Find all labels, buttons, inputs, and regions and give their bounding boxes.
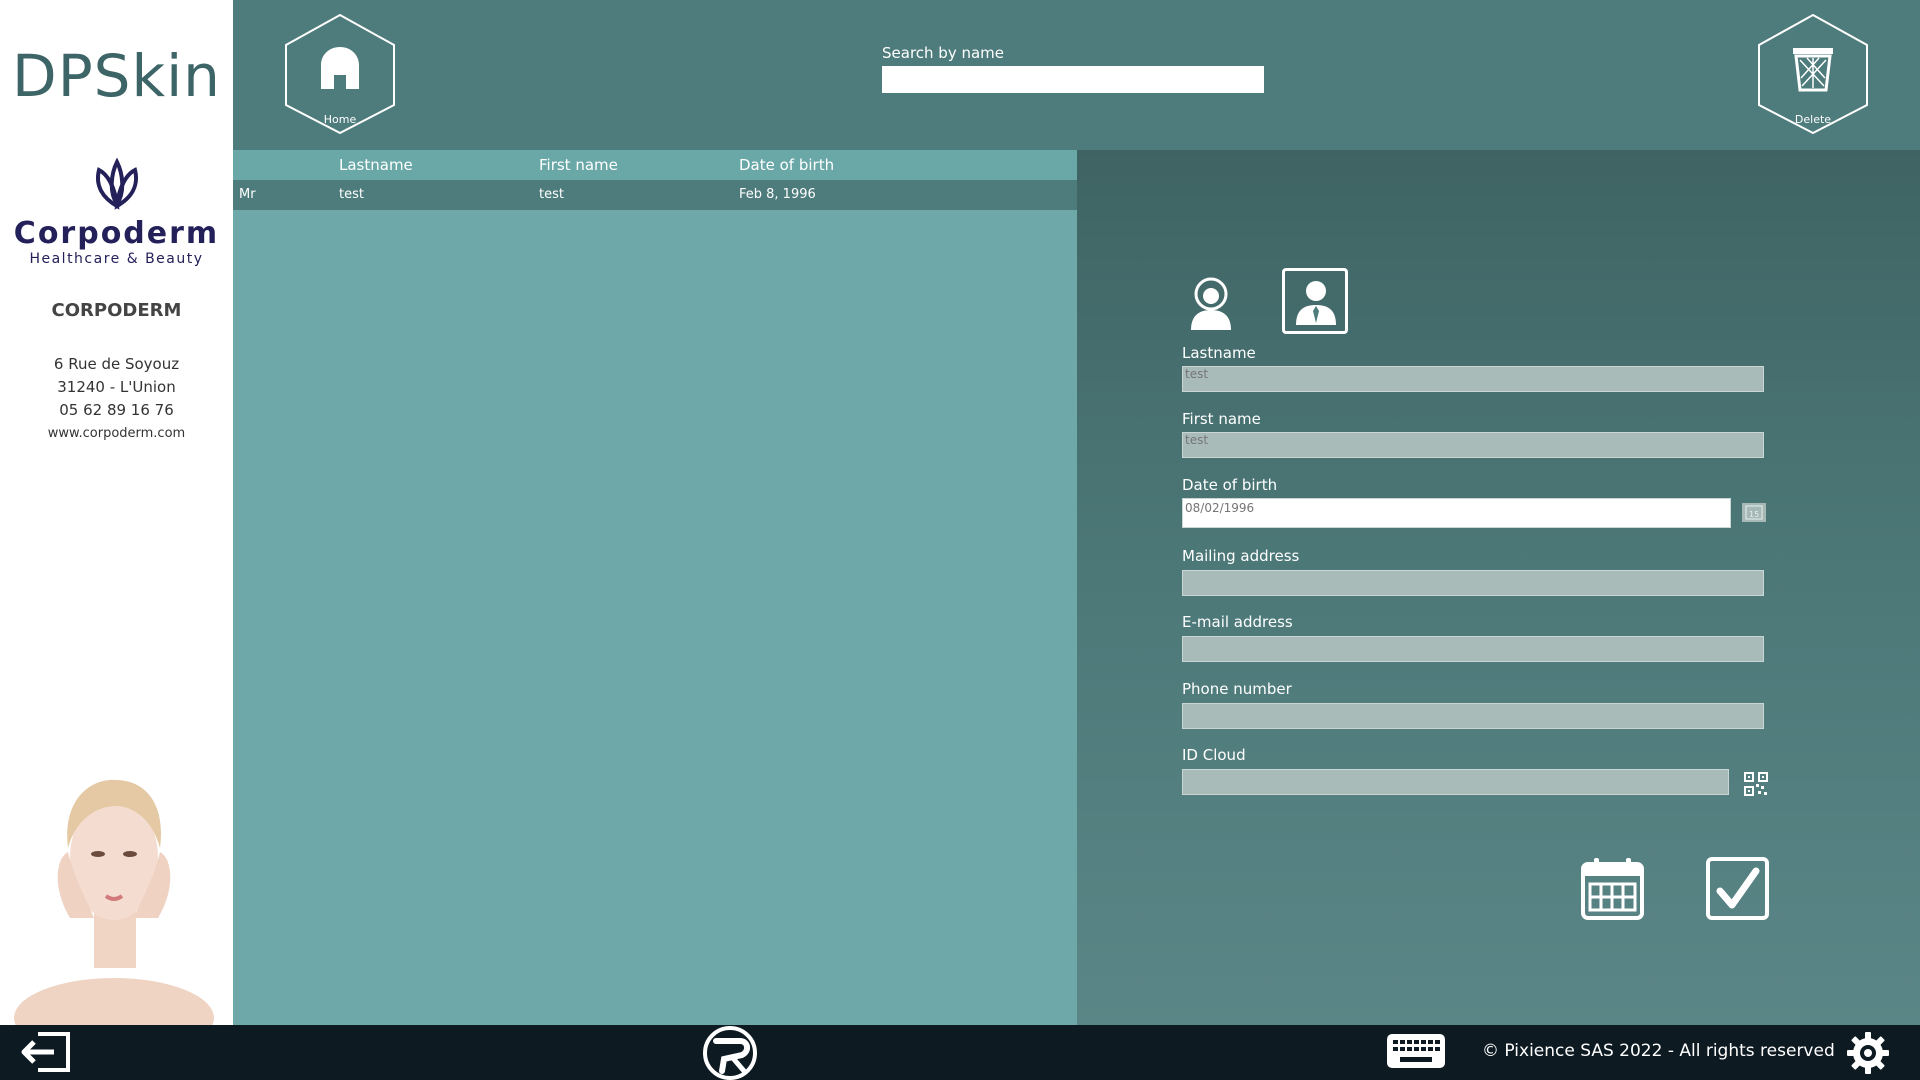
logout-icon — [21, 1032, 70, 1072]
mailing-address-label: Mailing address — [1182, 547, 1300, 565]
company-address: 6 Rue de Soyouz 31240 - L'Union 05 62 89… — [0, 353, 233, 445]
home-label: Home — [323, 113, 357, 126]
gender-male-button[interactable] — [1282, 268, 1348, 334]
column-header-firstname[interactable]: First name — [539, 156, 618, 174]
id-cloud-field[interactable] — [1182, 769, 1729, 795]
row-lastname: test — [339, 187, 364, 202]
checkmark-icon — [1716, 867, 1760, 909]
firstname-field[interactable] — [1182, 432, 1764, 458]
patient-table: Lastname First name Date of birth Mr tes… — [233, 150, 1077, 1025]
trash-icon — [1793, 48, 1833, 92]
settings-button[interactable] — [1846, 1031, 1890, 1075]
address-line-2: 31240 - L'Union — [57, 378, 176, 396]
virtual-keyboard-button[interactable] — [1386, 1033, 1446, 1069]
dob-field[interactable] — [1182, 498, 1731, 528]
gear-icon — [1847, 1032, 1889, 1074]
row-title: Mr — [239, 187, 256, 202]
patient-form: Lastname First name Date of birth 15 Mai… — [1077, 150, 1920, 1025]
pixience-logo — [702, 1025, 758, 1080]
firstname-label: First name — [1182, 410, 1261, 428]
table-header: Lastname First name Date of birth — [233, 150, 1077, 180]
lastname-label: Lastname — [1182, 344, 1256, 362]
date-picker-day: 15 — [1749, 510, 1759, 519]
gender-female-button[interactable] — [1181, 274, 1241, 334]
phone-field[interactable] — [1182, 703, 1764, 729]
female-user-icon — [1191, 277, 1231, 330]
model-portrait-image — [14, 779, 214, 1025]
qr-code-icon — [1744, 772, 1768, 796]
lotus-logo-icon — [95, 157, 138, 210]
company-website: www.corpoderm.com — [47, 426, 186, 441]
home-icon — [321, 47, 359, 89]
company-name: CORPODERM — [51, 300, 182, 321]
logout-button[interactable] — [18, 1030, 72, 1074]
logo-wordmark: Corpoderm — [13, 216, 220, 251]
search-input[interactable] — [882, 66, 1264, 93]
delete-label: Delete — [1794, 113, 1832, 126]
delete-button[interactable]: Delete — [1757, 13, 1869, 135]
date-picker-button[interactable]: 15 — [1742, 503, 1766, 522]
save-button[interactable] — [1706, 857, 1769, 920]
row-firstname: test — [539, 187, 564, 202]
table-row[interactable]: Mr test test Feb 8, 1996 — [233, 180, 1077, 210]
lastname-field[interactable] — [1182, 366, 1764, 392]
header-bar: Home Search by name Delete — [233, 0, 1920, 150]
email-field[interactable] — [1182, 636, 1764, 662]
address-line-1: 6 Rue de Soyouz — [53, 355, 180, 373]
pixience-logo-icon — [703, 1026, 757, 1080]
column-header-dob[interactable]: Date of birth — [739, 156, 834, 174]
app-title: DPSkin — [12, 42, 221, 110]
dob-label: Date of birth — [1182, 476, 1278, 494]
email-label: E-mail address — [1182, 613, 1293, 631]
copyright-text: © Pixience SAS 2022 - All rights reserve… — [1482, 1041, 1835, 1061]
mailing-address-field[interactable] — [1182, 570, 1764, 596]
row-dob: Feb 8, 1996 — [739, 187, 816, 202]
id-cloud-label: ID Cloud — [1182, 746, 1246, 764]
footer-bar: © Pixience SAS 2022 - All rights reserve… — [0, 1025, 1920, 1080]
search-label: Search by name — [882, 44, 1005, 62]
calendar-icon — [1581, 858, 1644, 920]
column-header-lastname[interactable]: Lastname — [339, 156, 413, 174]
calendar-picker-icon: 15 — [1745, 505, 1763, 520]
logo-tagline: Healthcare & Beauty — [29, 251, 204, 267]
sidebar: DPSkin Corpoderm Healthcare & Beauty COR… — [0, 0, 233, 1025]
company-phone: 05 62 89 16 76 — [59, 401, 174, 419]
phone-label: Phone number — [1182, 680, 1292, 698]
keyboard-icon — [1387, 1034, 1445, 1068]
corpoderm-logo: Corpoderm Healthcare & Beauty — [0, 157, 233, 267]
appointment-calendar-button[interactable] — [1580, 856, 1645, 921]
home-button[interactable]: Home — [284, 13, 396, 135]
qr-code-button[interactable] — [1744, 772, 1768, 796]
male-user-icon — [1296, 281, 1336, 325]
